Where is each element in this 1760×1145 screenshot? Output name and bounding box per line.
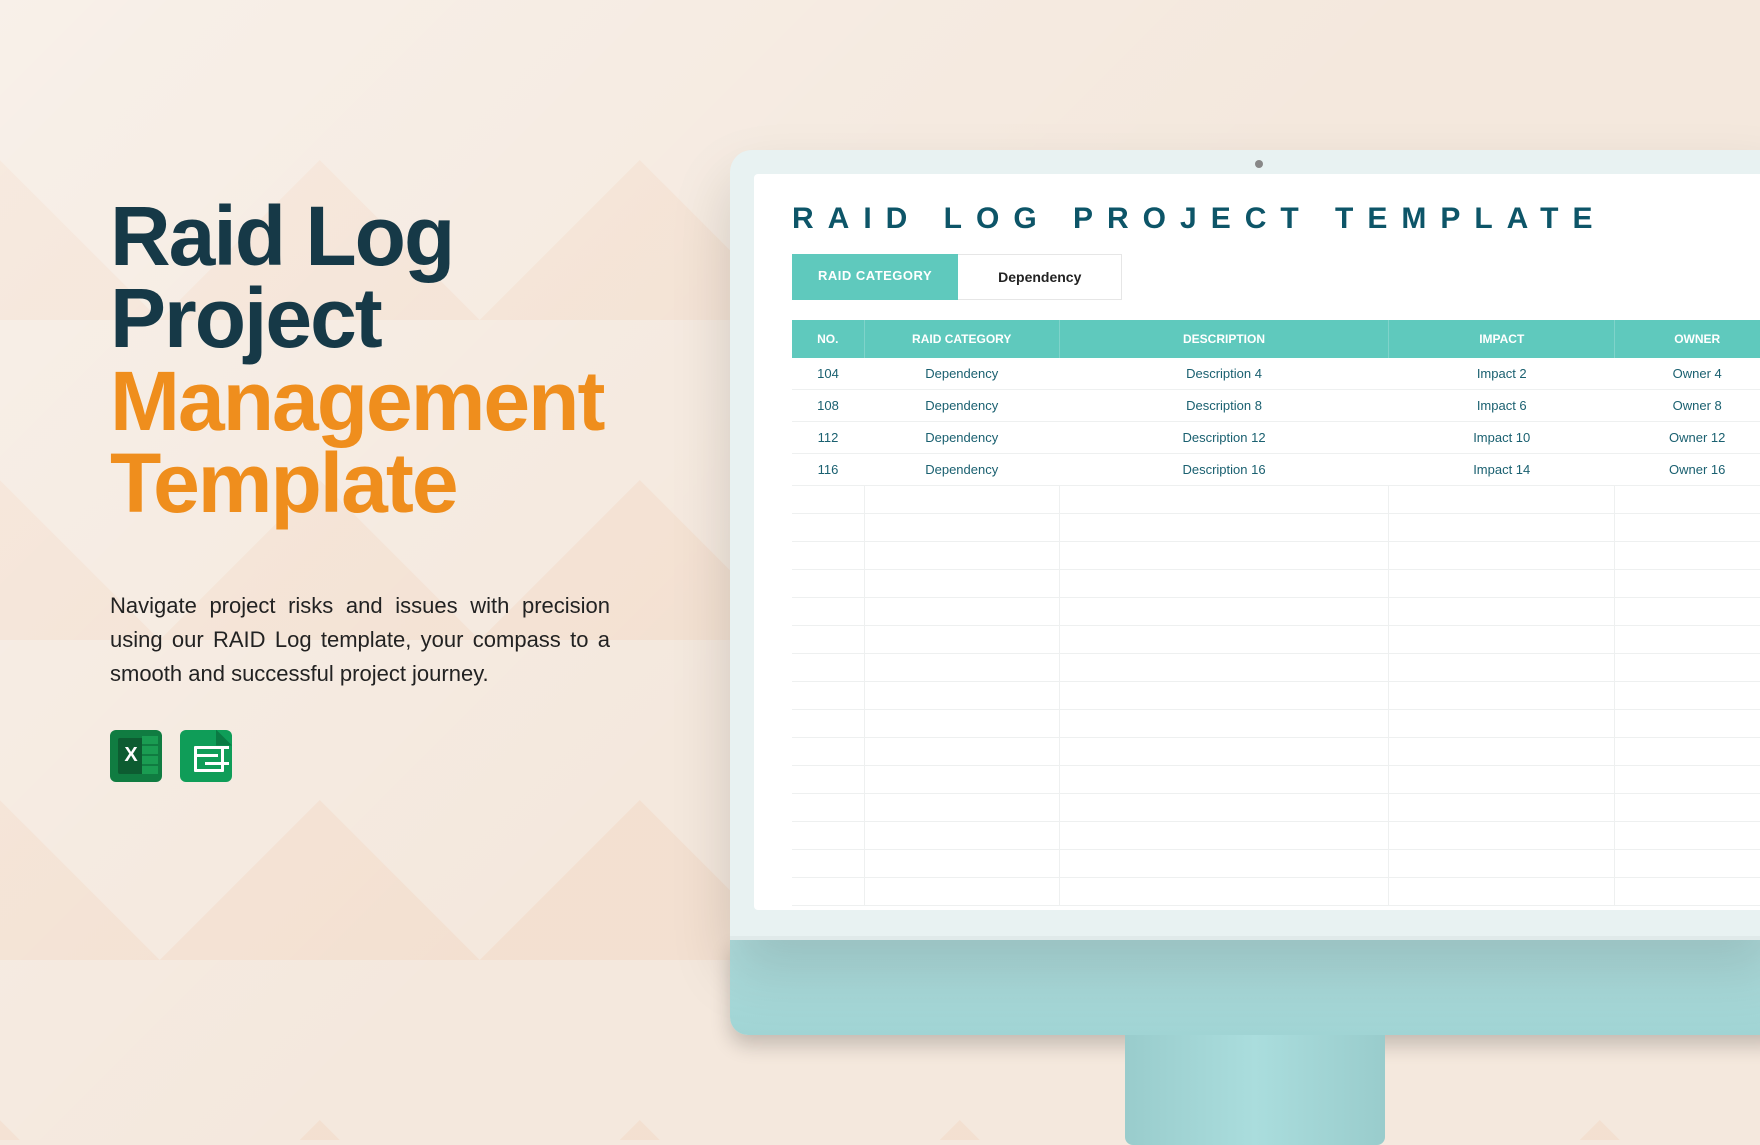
col-header-owner: OWNER (1615, 320, 1760, 358)
screen-content: RAID LOG PROJECT TEMPLATE RAID CATEGORY … (754, 174, 1760, 910)
cell-description: Description 8 (1059, 390, 1388, 422)
filter-tabs: RAID CATEGORY Dependency (792, 254, 1760, 300)
cell-owner: Owner 12 (1615, 422, 1760, 454)
headline-line2: Management (110, 360, 620, 442)
monitor-mockup: RAID LOG PROJECT TEMPLATE RAID CATEGORY … (730, 150, 1760, 1140)
sheet-title: RAID LOG PROJECT TEMPLATE (792, 202, 1760, 236)
headline-line2b: Template (110, 442, 620, 524)
cell-no: 112 (792, 422, 864, 454)
empty-row (792, 486, 1760, 514)
left-content: Raid Log Project Management Template Nav… (110, 195, 620, 782)
cell-category: Dependency (864, 422, 1059, 454)
table-row[interactable]: 104DependencyDescription 4Impact 2Owner … (792, 358, 1760, 390)
cell-impact: Impact 6 (1389, 390, 1615, 422)
headline-line1b: Project (110, 277, 620, 359)
google-sheets-icon (180, 730, 232, 782)
cell-category: Dependency (864, 390, 1059, 422)
table-header-row: NO. RAID CATEGORY DESCRIPTION IMPACT OWN… (792, 320, 1760, 358)
cell-impact: Impact 2 (1389, 358, 1615, 390)
cell-no: 108 (792, 390, 864, 422)
empty-row (792, 514, 1760, 542)
cell-category: Dependency (864, 454, 1059, 486)
empty-row (792, 822, 1760, 850)
cell-owner: Owner 16 (1615, 454, 1760, 486)
empty-row (792, 766, 1760, 794)
cell-impact: Impact 14 (1389, 454, 1615, 486)
empty-row (792, 710, 1760, 738)
empty-row (792, 542, 1760, 570)
cell-no: 116 (792, 454, 864, 486)
empty-row (792, 598, 1760, 626)
cell-owner: Owner 4 (1615, 358, 1760, 390)
col-header-no: NO. (792, 320, 864, 358)
filter-label[interactable]: RAID CATEGORY (792, 254, 958, 300)
description-text: Navigate project risks and issues with p… (110, 589, 610, 691)
empty-row (792, 850, 1760, 878)
filter-value[interactable]: Dependency (958, 254, 1122, 300)
empty-row (792, 626, 1760, 654)
cell-description: Description 16 (1059, 454, 1388, 486)
headline-line1: Raid Log (110, 195, 620, 277)
empty-row (792, 654, 1760, 682)
app-icons-row (110, 730, 620, 782)
monitor-stand (1125, 1035, 1385, 1145)
col-header-description: DESCRIPTION (1059, 320, 1388, 358)
col-header-category: RAID CATEGORY (864, 320, 1059, 358)
empty-row (792, 794, 1760, 822)
empty-row (792, 682, 1760, 710)
empty-row (792, 570, 1760, 598)
camera-dot (1255, 160, 1263, 168)
table-row[interactable]: 112DependencyDescription 12Impact 10Owne… (792, 422, 1760, 454)
page-title: Raid Log Project Management Template (110, 195, 620, 524)
cell-impact: Impact 10 (1389, 422, 1615, 454)
table-row[interactable]: 108DependencyDescription 8Impact 6Owner … (792, 390, 1760, 422)
empty-row (792, 738, 1760, 766)
table-body: 104DependencyDescription 4Impact 2Owner … (792, 358, 1760, 906)
col-header-impact: IMPACT (1389, 320, 1615, 358)
empty-row (792, 878, 1760, 906)
monitor-chin (730, 940, 1760, 1035)
monitor-bezel: RAID LOG PROJECT TEMPLATE RAID CATEGORY … (730, 150, 1760, 940)
cell-description: Description 12 (1059, 422, 1388, 454)
cell-owner: Owner 8 (1615, 390, 1760, 422)
cell-category: Dependency (864, 358, 1059, 390)
cell-description: Description 4 (1059, 358, 1388, 390)
raid-table: NO. RAID CATEGORY DESCRIPTION IMPACT OWN… (792, 320, 1760, 906)
cell-no: 104 (792, 358, 864, 390)
excel-icon (110, 730, 162, 782)
table-row[interactable]: 116DependencyDescription 16Impact 14Owne… (792, 454, 1760, 486)
